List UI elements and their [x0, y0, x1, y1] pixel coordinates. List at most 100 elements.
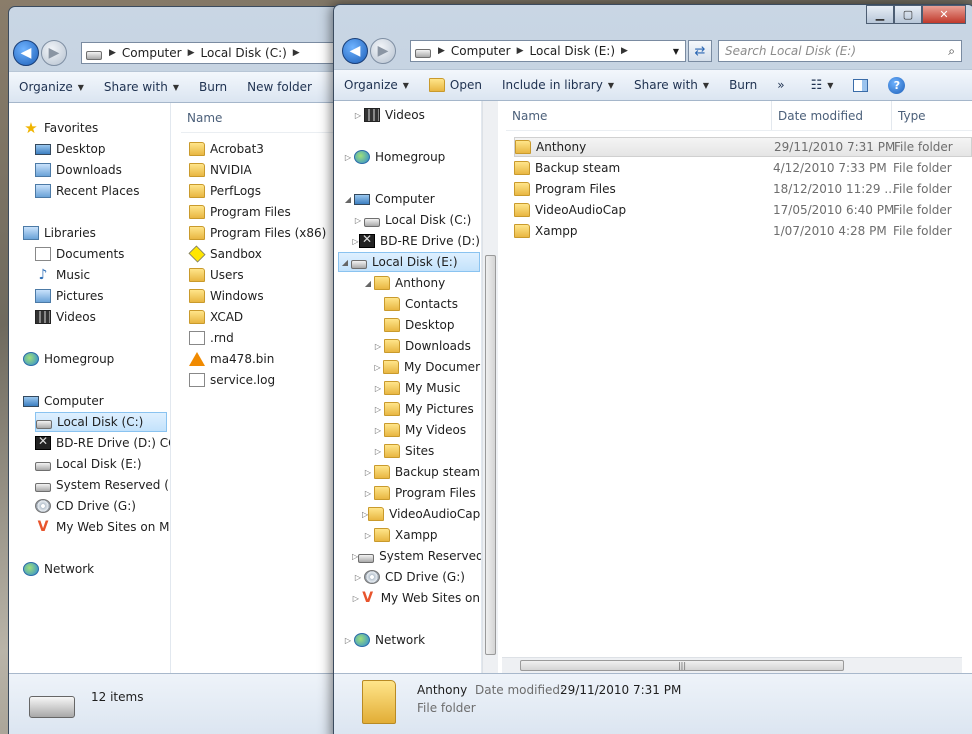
- burn-button[interactable]: Burn: [189, 80, 237, 94]
- back-button[interactable]: ◀: [342, 38, 368, 64]
- file-row[interactable]: Backup steam 4/12/2010 7:33 PM File folder: [514, 158, 972, 178]
- nav-item[interactable]: Videos: [35, 307, 167, 327]
- expand-arrow-icon[interactable]: ▷: [352, 237, 359, 246]
- nav-item[interactable]: ▷ Downloads: [372, 336, 480, 356]
- horizontal-scrollbar[interactable]: |||: [502, 657, 962, 673]
- file-row[interactable]: Program Files 18/12/2010 11:29 ... File fo…: [514, 179, 972, 199]
- nav-item[interactable]: Documents: [35, 244, 167, 264]
- file-row[interactable]: PerfLogs: [189, 181, 339, 201]
- nav-item[interactable]: ▷ My Documer: [372, 357, 480, 377]
- nav-item[interactable]: ▷ V My Web Sites on: [352, 588, 480, 608]
- share-with-button[interactable]: Share with ▼: [94, 80, 189, 94]
- nav-vertical-scrollbar[interactable]: [482, 101, 498, 677]
- expand-arrow-icon[interactable]: ▷: [372, 447, 384, 456]
- file-row[interactable]: .rnd: [189, 328, 339, 348]
- nav-item[interactable]: Libraries: [23, 223, 167, 243]
- nav-item[interactable]: ◢ Computer: [342, 189, 480, 209]
- expand-arrow-icon[interactable]: ▷: [342, 153, 354, 162]
- expand-arrow-icon[interactable]: ▷: [372, 363, 383, 372]
- refresh-button[interactable]: ⇄: [688, 40, 712, 62]
- breadcrumb-item[interactable]: Computer: [122, 46, 182, 60]
- view-options-button[interactable]: ☷ ▼: [801, 78, 844, 93]
- nav-item[interactable]: ▷ Sites: [372, 441, 480, 461]
- help-button[interactable]: ?: [878, 76, 915, 94]
- left-address-bar[interactable]: ▶ Computer ▶ Local Disk (C:) ▶: [81, 42, 347, 64]
- file-row[interactable]: ma478.bin: [189, 349, 339, 369]
- nav-item[interactable]: Local Disk (C:): [35, 412, 167, 432]
- column-date-modified[interactable]: Date modified: [772, 101, 892, 130]
- nav-item[interactable]: ▷ Program Files: [362, 483, 480, 503]
- minimize-button[interactable]: ▁: [866, 5, 894, 24]
- nav-item[interactable]: Downloads: [35, 160, 167, 180]
- nav-item[interactable]: Desktop: [35, 139, 167, 159]
- file-row[interactable]: Sandbox: [188, 244, 339, 264]
- nav-item[interactable]: BD-RE Drive (D:) CO: [35, 433, 170, 453]
- file-row[interactable]: Program Files (x86): [189, 223, 339, 243]
- nav-item[interactable]: ▷ Local Disk (C:): [352, 210, 480, 230]
- nav-scroll-thumb[interactable]: [485, 255, 496, 655]
- nav-item[interactable]: System Reserved (F:): [35, 475, 170, 495]
- include-in-library-button[interactable]: Include in library ▼: [492, 78, 624, 92]
- file-row[interactable]: XCAD: [189, 307, 339, 327]
- column-name[interactable]: Name: [506, 101, 772, 130]
- column-type[interactable]: Type: [892, 101, 972, 130]
- expand-arrow-icon[interactable]: ▷: [352, 216, 364, 225]
- file-row[interactable]: service.log: [189, 370, 339, 390]
- file-row[interactable]: Windows: [189, 286, 339, 306]
- nav-item[interactable]: ♪ Music: [35, 265, 167, 285]
- chevron-down-icon[interactable]: ▼: [673, 47, 679, 56]
- nav-item[interactable]: ▷ Videos: [352, 105, 480, 125]
- file-row[interactable]: Anthony 29/11/2010 7:31 PM File folder: [514, 137, 972, 157]
- left-back-button[interactable]: ◀: [13, 40, 39, 66]
- nav-item[interactable]: ▷ My Music: [372, 378, 480, 398]
- file-row[interactable]: Users: [189, 265, 339, 285]
- organize-button[interactable]: Organize ▼: [9, 80, 94, 94]
- expand-arrow-icon[interactable]: ▷: [372, 405, 384, 414]
- burn-button[interactable]: Burn: [719, 78, 767, 92]
- file-row[interactable]: Acrobat3: [189, 139, 339, 159]
- nav-item[interactable]: ▷ Xampp: [362, 525, 480, 545]
- nav-item[interactable]: Network: [23, 559, 167, 579]
- file-row[interactable]: Xampp 1/07/2010 4:28 PM File folder: [514, 221, 972, 241]
- nav-item[interactable]: ★ Favorites: [23, 118, 167, 138]
- nav-item[interactable]: ◢ Local Disk (E:): [338, 252, 480, 272]
- maximize-button[interactable]: ▢: [894, 5, 922, 24]
- expand-arrow-icon[interactable]: ▷: [362, 468, 374, 477]
- breadcrumb-item[interactable]: Computer: [451, 44, 511, 58]
- expand-arrow-icon[interactable]: ▷: [372, 426, 384, 435]
- nav-item[interactable]: Homegroup: [23, 349, 167, 369]
- nav-item[interactable]: Recent Places: [35, 181, 167, 201]
- file-row[interactable]: NVIDIA: [189, 160, 339, 180]
- nav-item[interactable]: ▷ My Videos: [372, 420, 480, 440]
- column-name[interactable]: Name: [181, 103, 341, 132]
- open-button[interactable]: Open: [419, 78, 492, 92]
- address-bar[interactable]: ▶ Computer ▶ Local Disk (E:) ▶ ▼: [410, 40, 686, 62]
- expand-arrow-icon[interactable]: ▷: [372, 384, 384, 393]
- expanded-arrow-icon[interactable]: ◢: [339, 258, 351, 267]
- nav-item[interactable]: ▷ My Pictures: [372, 399, 480, 419]
- nav-item[interactable]: ▷ Backup steam: [362, 462, 480, 482]
- file-row[interactable]: VideoAudioCap 17/05/2010 6:40 PM File fold…: [514, 200, 972, 220]
- nav-item[interactable]: V My Web Sites on MS: [35, 517, 170, 537]
- breadcrumb-item[interactable]: Local Disk (C:): [201, 46, 287, 60]
- forward-button[interactable]: ▶: [370, 38, 396, 64]
- preview-pane-button[interactable]: [843, 78, 878, 92]
- breadcrumb-item[interactable]: Local Disk (E:): [530, 44, 616, 58]
- expand-arrow-icon[interactable]: ▷: [372, 342, 384, 351]
- nav-item[interactable]: Contacts: [372, 294, 480, 314]
- nav-item[interactable]: ▷ System Reserved: [352, 546, 481, 566]
- expand-arrow-icon[interactable]: ▷: [342, 636, 354, 645]
- nav-item[interactable]: Computer: [23, 391, 167, 411]
- expand-arrow-icon[interactable]: ▷: [362, 531, 374, 540]
- horizontal-scroll-thumb[interactable]: |||: [520, 660, 844, 671]
- nav-item[interactable]: Desktop: [372, 315, 480, 335]
- expand-arrow-icon[interactable]: ▷: [352, 594, 360, 603]
- nav-item[interactable]: CD Drive (G:): [35, 496, 167, 516]
- expand-arrow-icon[interactable]: ▷: [352, 111, 364, 120]
- new-folder-button[interactable]: New folder: [237, 80, 322, 94]
- organize-button[interactable]: Organize ▼: [334, 78, 419, 92]
- expanded-arrow-icon[interactable]: ◢: [362, 279, 374, 288]
- nav-item[interactable]: Pictures: [35, 286, 167, 306]
- nav-item[interactable]: ▷ CD Drive (G:): [352, 567, 480, 587]
- expand-arrow-icon[interactable]: ▷: [362, 489, 374, 498]
